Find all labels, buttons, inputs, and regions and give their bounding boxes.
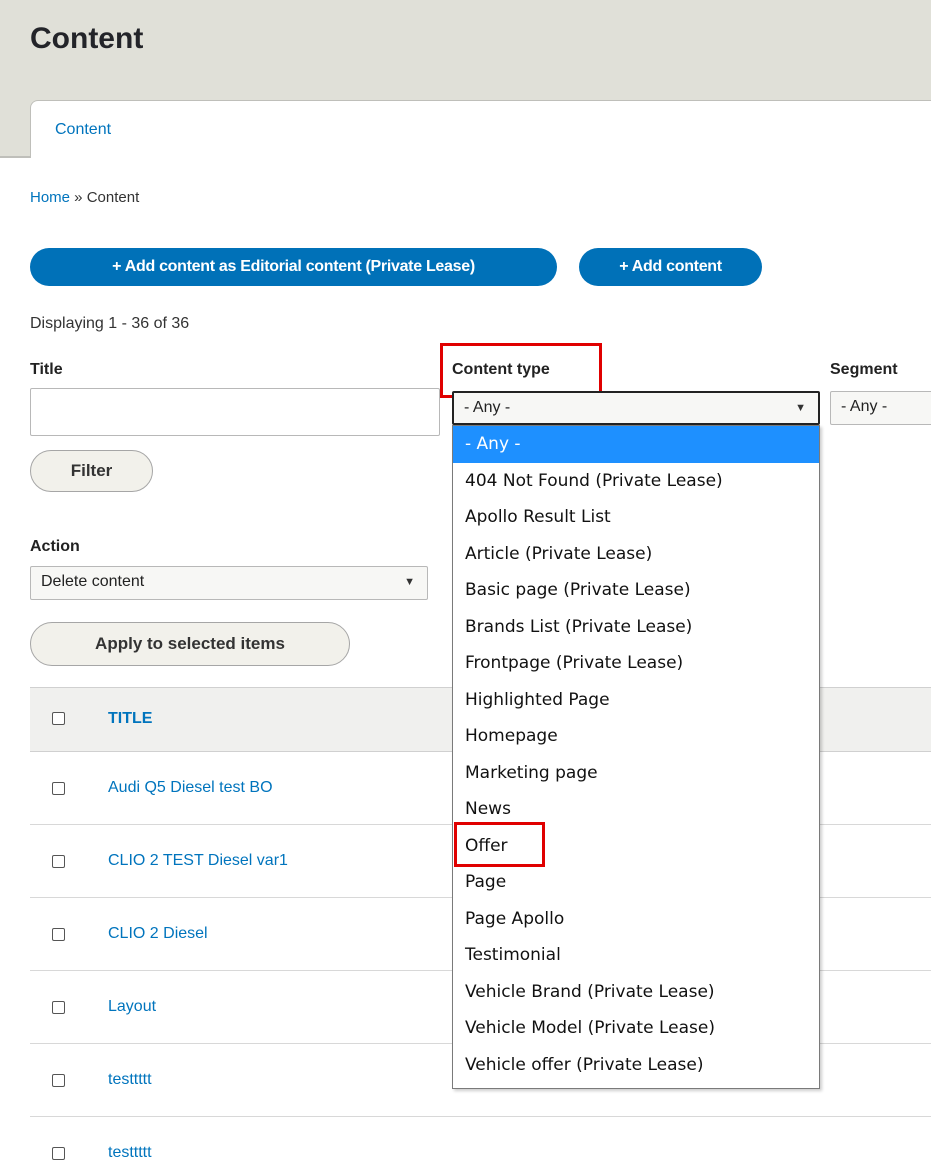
content-type-filter-label: Content type (452, 361, 550, 378)
content-type-dropdown-list[interactable]: - Any - 404 Not Found (Private Lease) Ap… (452, 425, 820, 1089)
dropdown-option[interactable]: Vehicle Brand (Private Lease) (453, 974, 819, 1011)
bulk-action-select[interactable]: Delete content ▼ (30, 566, 428, 600)
chevron-down-icon: ▼ (404, 576, 415, 588)
dropdown-option[interactable]: Vehicle Model (Private Lease) (453, 1010, 819, 1047)
title-filter-label: Title (30, 361, 63, 378)
dropdown-option[interactable]: Basic page (Private Lease) (453, 572, 819, 609)
tab-content[interactable]: Content (30, 100, 931, 158)
page-header: Content Content (0, 0, 931, 158)
dropdown-option[interactable]: Page Apollo (453, 901, 819, 938)
page-title: Content (30, 22, 144, 55)
dropdown-option-any[interactable]: - Any - (453, 426, 819, 463)
apply-to-selected-button[interactable]: Apply to selected items (30, 622, 350, 666)
results-summary: Displaying 1 - 36 of 36 (30, 315, 190, 332)
dropdown-option[interactable]: Article (Private Lease) (453, 536, 819, 573)
breadcrumb-current: Content (86, 189, 140, 206)
dropdown-option[interactable]: Frontpage (Private Lease) (453, 645, 819, 682)
filter-button[interactable]: Filter (30, 450, 153, 492)
dropdown-option[interactable]: Brands List (Private Lease) (453, 609, 819, 646)
content-type-select[interactable]: - Any - ▼ (452, 391, 820, 425)
row-checkbox[interactable] (52, 782, 65, 795)
dropdown-option-offer[interactable]: Offer (453, 828, 819, 865)
title-filter-input[interactable] (30, 388, 440, 436)
row-checkbox[interactable] (52, 1147, 65, 1160)
row-checkbox[interactable] (52, 928, 65, 941)
row-title-link[interactable]: CLIO 2 Diesel (108, 925, 208, 943)
dropdown-option[interactable]: 404 Not Found (Private Lease) (453, 463, 819, 500)
segment-select[interactable]: - Any - (830, 391, 931, 425)
tab-divider (0, 156, 30, 158)
row-title-link[interactable]: CLIO 2 TEST Diesel var1 (108, 852, 288, 870)
segment-select-value: - Any - (841, 398, 888, 415)
row-title-link[interactable]: Audi Q5 Diesel test BO (108, 779, 273, 797)
content-type-select-value: - Any - (464, 399, 511, 416)
title-column-header[interactable]: TITLE (108, 710, 152, 728)
dropdown-option[interactable]: Apollo Result List (453, 499, 819, 536)
segment-filter-label: Segment (830, 361, 898, 378)
dropdown-option[interactable]: Testimonial (453, 937, 819, 974)
breadcrumb-separator: » (70, 189, 87, 206)
action-label: Action (30, 538, 80, 555)
dropdown-option[interactable]: Marketing page (453, 755, 819, 792)
row-checkbox[interactable] (52, 1074, 65, 1087)
dropdown-option[interactable]: News (453, 791, 819, 828)
tab-label[interactable]: Content (55, 121, 111, 139)
add-editorial-content-button[interactable]: + Add content as Editorial content (Priv… (30, 248, 557, 286)
breadcrumb: Home » Content (30, 189, 139, 206)
dropdown-option[interactable]: Page (453, 864, 819, 901)
dropdown-option[interactable]: Vehicle offer (Private Lease) (453, 1047, 819, 1084)
breadcrumb-home-link[interactable]: Home (30, 189, 70, 206)
select-all-checkbox[interactable] (52, 712, 65, 725)
row-title-link[interactable]: testtttt (108, 1144, 152, 1162)
row-title-link[interactable]: Layout (108, 998, 156, 1016)
dropdown-option[interactable]: Highlighted Page (453, 682, 819, 719)
bulk-action-select-value: Delete content (41, 573, 145, 590)
table-row: testtttt (30, 1117, 931, 1162)
chevron-down-icon: ▼ (795, 402, 806, 414)
dropdown-option[interactable]: Homepage (453, 718, 819, 755)
add-content-button[interactable]: + Add content (579, 248, 762, 286)
row-title-link[interactable]: testtttt (108, 1071, 152, 1089)
row-checkbox[interactable] (52, 1001, 65, 1014)
row-checkbox[interactable] (52, 855, 65, 868)
